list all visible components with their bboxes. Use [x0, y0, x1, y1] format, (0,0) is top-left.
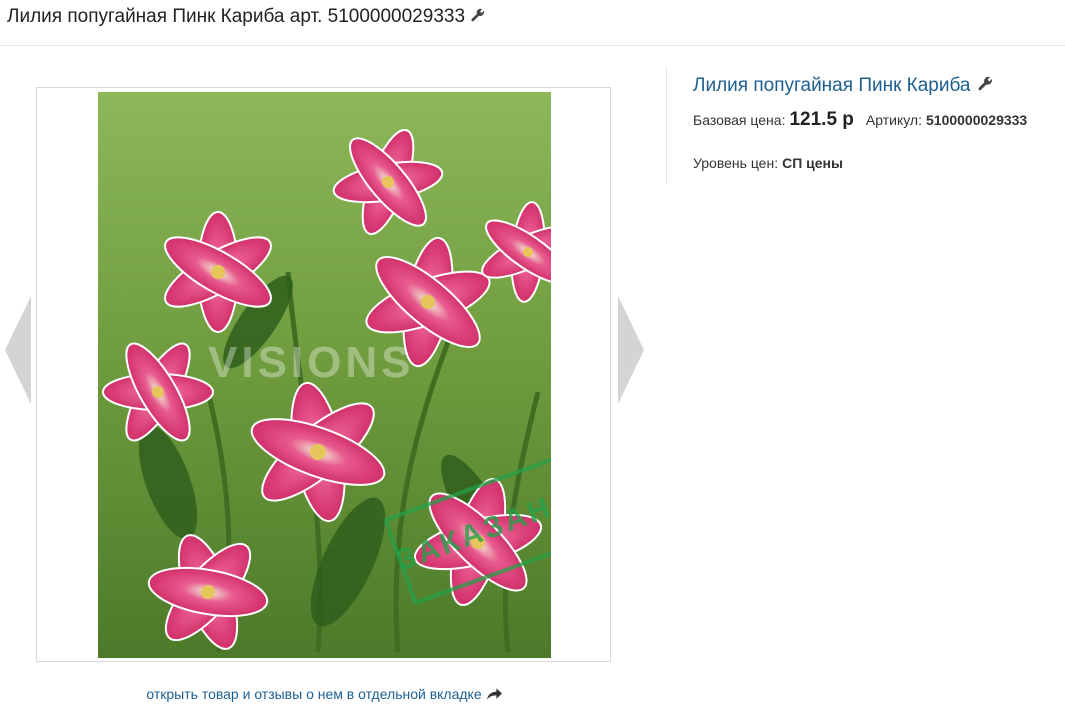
- page-header: Лилия попугайная Пинк Кариба арт. 510000…: [0, 0, 1065, 46]
- sku-value: 5100000029333: [926, 112, 1028, 128]
- gallery-prev-button[interactable]: [3, 296, 35, 404]
- share-arrow-icon: [486, 687, 502, 703]
- column-divider: [666, 66, 667, 184]
- wrench-icon[interactable]: [471, 6, 485, 27]
- sku-label: Артикул:: [865, 112, 922, 128]
- photo-watermark: VISIONS: [208, 338, 415, 387]
- page-title-text: Лилия попугайная Пинк Кариба арт. 510000…: [7, 6, 466, 28]
- product-photo[interactable]: VISIONS ЗАКАЗАНО: [98, 92, 551, 658]
- product-gallery: VISIONS ЗАКАЗАНО: [36, 87, 611, 662]
- price-level-line: Уровень цен: СП цены: [693, 155, 843, 171]
- product-name-text: Лилия попугайная Пинк Кариба: [693, 75, 971, 97]
- price-level-value: СП цены: [782, 155, 843, 171]
- open-product-link[interactable]: открыть товар и отзывы о нем в отдельной…: [0, 686, 648, 703]
- chevron-left-icon: [5, 296, 31, 404]
- base-price-value: 121.5 р: [789, 109, 854, 130]
- page-title: Лилия попугайная Пинк Кариба арт. 510000…: [7, 6, 485, 28]
- gallery-next-button[interactable]: [614, 296, 646, 404]
- wrench-icon[interactable]: [977, 75, 993, 96]
- open-product-link-label: открыть товар и отзывы о нем в отдельной…: [146, 686, 482, 702]
- price-level-label: Уровень цен:: [693, 155, 779, 171]
- product-name-link[interactable]: Лилия попугайная Пинк Кариба: [693, 75, 993, 97]
- chevron-right-icon: [618, 296, 644, 404]
- price-line: Базовая цена: 121.5 р Артикул: 510000002933…: [693, 109, 1027, 131]
- base-price-label: Базовая цена:: [693, 112, 786, 128]
